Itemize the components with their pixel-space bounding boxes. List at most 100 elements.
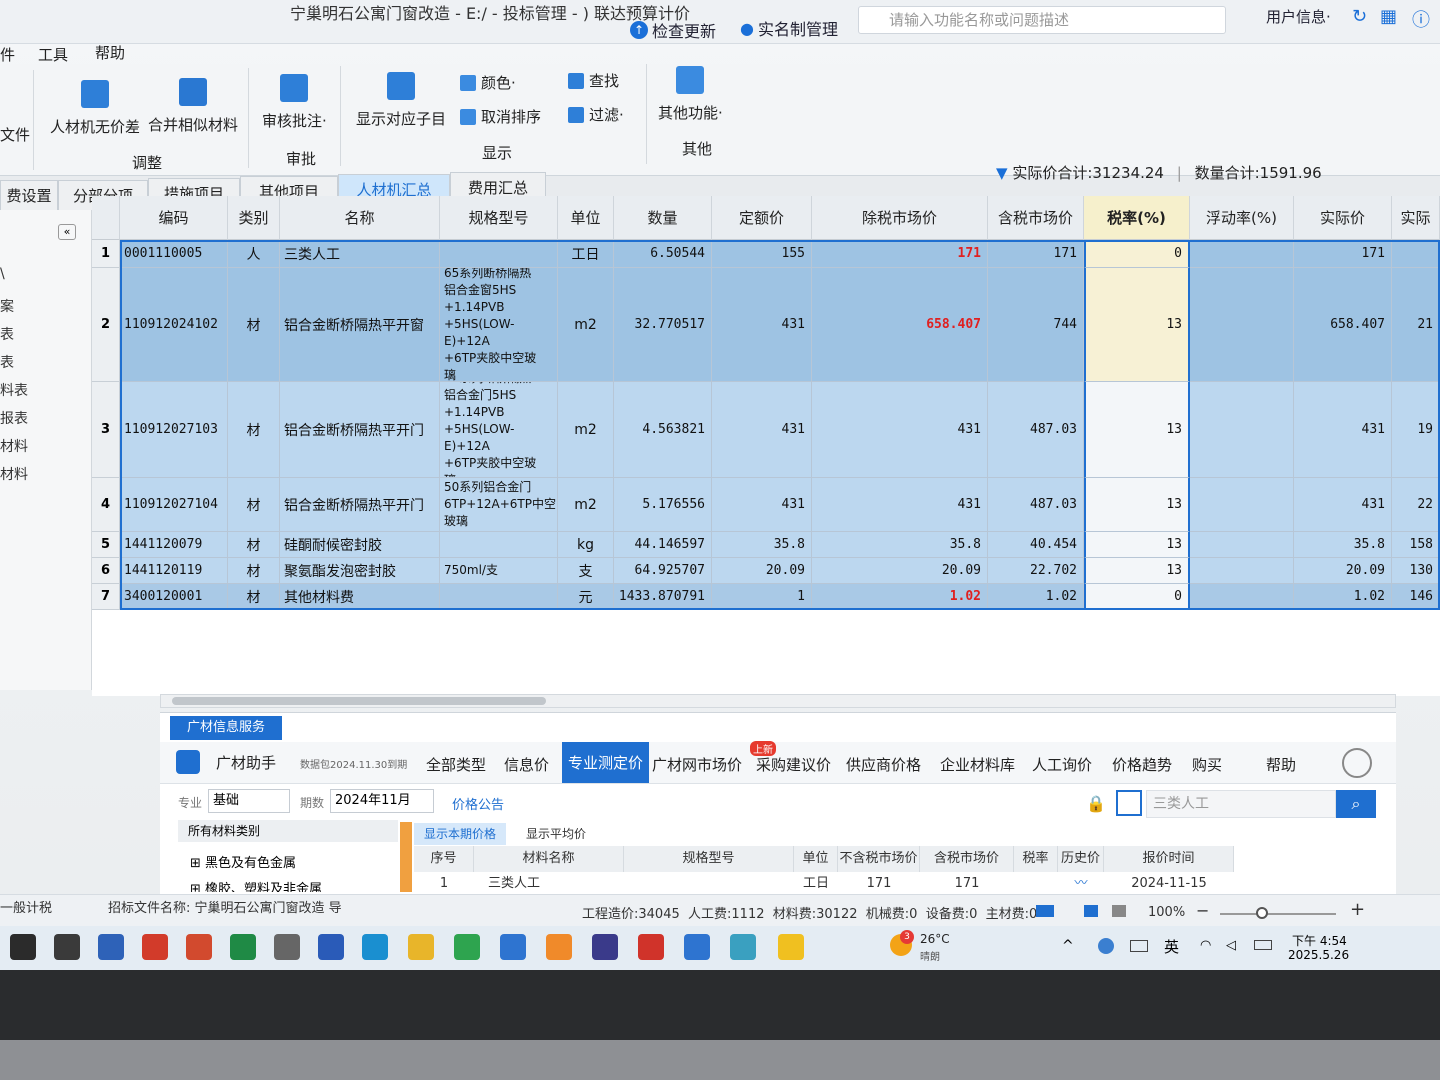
history-chart-icon[interactable]: 〰: [1058, 874, 1104, 894]
price-cell-time[interactable]: 2024-11-15: [1104, 874, 1234, 894]
table-cell-unit[interactable]: kg: [558, 532, 614, 558]
table-cell-quota[interactable]: 431: [712, 478, 812, 532]
table-cell-name[interactable]: 铝合金断桥隔热平开门: [280, 382, 440, 478]
columns-icon[interactable]: [1112, 905, 1126, 917]
taskbar-app-icon[interactable]: [54, 934, 80, 960]
table-cell-name[interactable]: 铝合金断桥隔热平开窗: [280, 268, 440, 382]
price-cell-rate[interactable]: [1014, 874, 1058, 894]
table-cell-float[interactable]: [1190, 532, 1294, 558]
file-button[interactable]: 文件: [0, 124, 30, 145]
table-cell-qty[interactable]: 6.50544: [614, 240, 712, 268]
table-cell-code[interactable]: 1441120079: [120, 532, 228, 558]
material-nav-item[interactable]: 帮助: [1266, 754, 1296, 775]
price-column-header[interactable]: 含税市场价: [920, 846, 1014, 872]
filter-dropdown[interactable]: 过滤·: [568, 104, 624, 125]
zoom-slider-thumb[interactable]: [1256, 907, 1268, 919]
zoom-out-button[interactable]: −: [1196, 901, 1209, 920]
table-cell-qty[interactable]: 4.563821: [614, 382, 712, 478]
price-column-header[interactable]: 不含税市场价: [838, 846, 920, 872]
taskbar-app-icon[interactable]: [778, 934, 804, 960]
security-icon[interactable]: [1098, 938, 1114, 954]
menu-file[interactable]: 件: [0, 44, 15, 65]
realname-button[interactable]: ● 实名制管理: [740, 16, 838, 40]
table-cell-float[interactable]: [1190, 558, 1294, 584]
price-cell-spec[interactable]: [624, 874, 794, 894]
merge-similar-button[interactable]: 合并相似材料: [148, 78, 238, 135]
table-cell-unit[interactable]: 元: [558, 584, 614, 610]
table-cell-cat[interactable]: 材: [228, 558, 280, 584]
table-cell-float[interactable]: [1190, 478, 1294, 532]
price-cell-inc[interactable]: 171: [920, 874, 1014, 894]
table-cell-ex-tax[interactable]: 171: [812, 240, 988, 268]
price-cell-ex[interactable]: 171: [838, 874, 920, 894]
table-cell-code[interactable]: 110912027103: [120, 382, 228, 478]
table-cell-unit[interactable]: 工日: [558, 240, 614, 268]
table-cell-cat[interactable]: 材: [228, 268, 280, 382]
table-cell-ex-tax[interactable]: 431: [812, 382, 988, 478]
cancel-sort-button[interactable]: 取消排序: [460, 106, 541, 127]
zoom-slider[interactable]: [1220, 913, 1336, 915]
price-column-header[interactable]: 报价时间: [1104, 846, 1234, 872]
nav-item[interactable]: 材料: [0, 464, 28, 484]
clock-date[interactable]: 2025.5.26: [1288, 948, 1349, 962]
table-cell-actual2[interactable]: 146: [1392, 584, 1440, 610]
table-cell-code[interactable]: 0001110005: [120, 240, 228, 268]
table-cell-unit[interactable]: m2: [558, 478, 614, 532]
no-price-diff-button[interactable]: 人材机无价差: [50, 80, 140, 137]
taskbar-app-icon[interactable]: [592, 934, 618, 960]
table-cell-in-tax[interactable]: 487.03: [988, 478, 1084, 532]
scrollbar-thumb[interactable]: [172, 697, 546, 705]
table-cell-rate[interactable]: 0: [1084, 584, 1190, 610]
column-header[interactable]: 含税市场价: [988, 196, 1084, 240]
table-cell-cat[interactable]: 材: [228, 532, 280, 558]
table-cell-in-tax[interactable]: 487.03: [988, 382, 1084, 478]
table-cell-spec[interactable]: [440, 532, 558, 558]
table-cell-in-tax[interactable]: 744: [988, 268, 1084, 382]
table-cell-ex-tax[interactable]: 658.407: [812, 268, 988, 382]
tab-average-price[interactable]: 显示平均价: [510, 823, 602, 845]
column-header[interactable]: 编码: [120, 196, 228, 240]
material-nav-item[interactable]: 供应商价格: [846, 754, 921, 775]
taskbar-app-icon[interactable]: [684, 934, 710, 960]
user-info-menu[interactable]: 用户信息·: [1266, 6, 1331, 27]
table-cell-float[interactable]: [1190, 268, 1294, 382]
table-cell-spec[interactable]: [440, 240, 558, 268]
price-column-header[interactable]: 序号: [414, 846, 474, 872]
table-cell-actual2[interactable]: [1392, 240, 1440, 268]
nav-item[interactable]: 报表: [0, 408, 28, 428]
period-select[interactable]: 2024年11月: [330, 789, 434, 813]
table-cell-actual[interactable]: 658.407: [1294, 268, 1392, 382]
table-cell-rate[interactable]: 13: [1084, 532, 1190, 558]
keyboard-icon[interactable]: [1130, 940, 1148, 952]
taskbar-app-icon[interactable]: [318, 934, 344, 960]
price-column-header[interactable]: 税率: [1014, 846, 1058, 872]
category-item[interactable]: ⊞ 黑色及有色金属: [190, 852, 296, 871]
table-cell-actual[interactable]: 171: [1294, 240, 1392, 268]
material-nav-item[interactable]: 购买: [1192, 754, 1222, 775]
column-header[interactable]: 数量: [614, 196, 712, 240]
table-cell-float[interactable]: [1190, 240, 1294, 268]
lock-icon[interactable]: 🔒: [1086, 794, 1106, 813]
table-cell-float[interactable]: [1190, 584, 1294, 610]
table-cell-in-tax[interactable]: 1.02: [988, 584, 1084, 610]
column-header[interactable]: 除税市场价: [812, 196, 988, 240]
column-header[interactable]: 单位: [558, 196, 614, 240]
table-cell-ex-tax[interactable]: 431: [812, 478, 988, 532]
show-sub-items-button[interactable]: 显示对应子目: [356, 72, 446, 129]
table-cell-actual[interactable]: 20.09: [1294, 558, 1392, 584]
row-number[interactable]: 3: [92, 382, 120, 478]
table-cell-actual2[interactable]: 21: [1392, 268, 1440, 382]
table-cell-qty[interactable]: 32.770517: [614, 268, 712, 382]
taskbar-app-icon[interactable]: [362, 934, 388, 960]
table-cell-rate[interactable]: 13: [1084, 558, 1190, 584]
taskbar-app-icon[interactable]: [186, 934, 212, 960]
table-cell-qty[interactable]: 44.146597: [614, 532, 712, 558]
table-cell-code[interactable]: 3400120001: [120, 584, 228, 610]
table-cell-unit[interactable]: m2: [558, 268, 614, 382]
table-cell-float[interactable]: [1190, 382, 1294, 478]
table-cell-spec[interactable]: 65系列断桥隔热 铝合金窗5HS +1.14PVB +5HS(LOW-E)+12…: [440, 268, 558, 382]
column-header[interactable]: 税率(%): [1084, 196, 1190, 240]
table-cell-actual2[interactable]: 22: [1392, 478, 1440, 532]
chevron-up-icon[interactable]: ^: [1062, 938, 1074, 954]
menu-help[interactable]: 帮助: [95, 42, 125, 63]
